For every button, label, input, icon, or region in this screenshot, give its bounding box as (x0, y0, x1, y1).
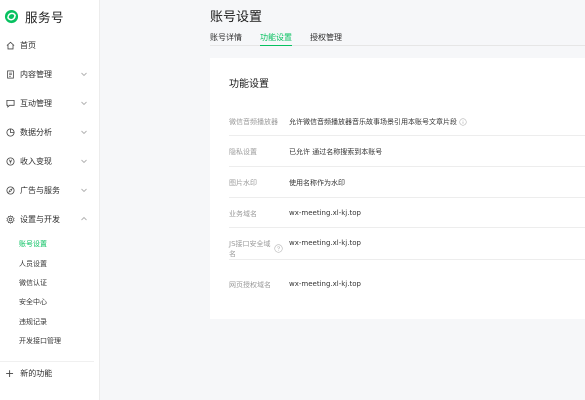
page-title: 账号设置 (210, 10, 263, 25)
chevron-down-icon (81, 130, 87, 135)
sidebar-subitem-staff-settings[interactable]: 人员设置 (19, 257, 47, 271)
document-icon (5, 69, 15, 79)
chat-icon (5, 98, 15, 108)
setting-row-js-domain: JS接口安全域 名 wx-meeting.xl-kj.top (229, 228, 585, 260)
chevron-down-icon (81, 101, 87, 106)
tab-feature-settings[interactable]: 功能设置 (260, 31, 292, 46)
setting-row-oauth-domain: 网页授权域名 wx-meeting.xl-kj.top (229, 260, 585, 300)
sidebar-subitem-account-settings[interactable]: 账号设置 (19, 237, 47, 251)
chevron-down-icon (81, 72, 87, 77)
plus-icon: + (5, 367, 15, 380)
sidebar-subitem-dev-api[interactable]: 开发接口管理 (19, 334, 61, 348)
sidebar-item-settings-dev[interactable]: 设置与开发 (0, 209, 100, 229)
sidebar-item-content[interactable]: 内容管理 (0, 64, 100, 84)
compass-icon (5, 185, 15, 195)
sidebar-subitem-security-center[interactable]: 安全中心 (19, 295, 47, 309)
sidebar: 服务号 首页 内容管理 互动管理 数据分析 收入变现 广告与服务 设置与开发 账… (0, 0, 100, 400)
sidebar-subitem-violation-records[interactable]: 违规记录 (19, 315, 47, 329)
gear-icon (5, 214, 15, 224)
home-icon (5, 40, 15, 50)
setting-row-watermark: 图片水印 使用名称作为水印 (229, 167, 585, 198)
chevron-down-icon (81, 188, 87, 193)
sidebar-item-home[interactable]: 首页 (0, 35, 100, 55)
new-feature-button[interactable]: + 新的功能 (0, 361, 94, 385)
help-icon[interactable] (274, 244, 283, 253)
setting-value-text: 允许微信音频播放器音乐故事场景引用本账号文章片段 (289, 118, 457, 126)
sidebar-item-label: 互动管理 (20, 98, 52, 108)
sidebar-item-label: 广告与服务 (20, 185, 60, 195)
tab-bar: 账号详情 功能设置 授权管理 (210, 31, 585, 46)
sidebar-item-label: 首页 (20, 40, 36, 50)
setting-value: 已允许 通过名称搜索到本账号 (289, 148, 383, 156)
setting-row-business-domain: 业务域名 wx-meeting.xl-kj.top (229, 198, 585, 228)
sidebar-item-label: 设置与开发 (20, 214, 60, 224)
setting-key: 网页授权域名 (229, 281, 271, 289)
setting-row-privacy: 隐私设置 已允许 通过名称搜索到本账号 (229, 136, 585, 167)
setting-value: 允许微信音频播放器音乐故事场景引用本账号文章片段 (289, 117, 467, 127)
sidebar-item-label: 数据分析 (20, 127, 52, 137)
new-feature-label: 新的功能 (20, 369, 53, 378)
setting-key: 图片水印 (229, 179, 257, 187)
tab-account-details[interactable]: 账号详情 (210, 31, 242, 46)
sidebar-item-label: 收入变现 (20, 156, 52, 166)
brand[interactable]: 服务号 (4, 6, 64, 26)
setting-value: wx-meeting.xl-kj.top (289, 280, 361, 288)
setting-key-line2: 名 (229, 250, 236, 258)
yen-icon (5, 156, 15, 166)
info-icon[interactable] (459, 118, 467, 126)
chevron-up-icon (81, 216, 87, 221)
wechat-service-logo-icon (4, 9, 19, 23)
card-title: 功能设置 (229, 79, 269, 90)
setting-row-audio-player: 微信音频播放器 允许微信音频播放器音乐故事场景引用本账号文章片段 (229, 106, 585, 136)
setting-value: wx-meeting.xl-kj.top (289, 239, 361, 247)
brand-name: 服务号 (25, 9, 65, 25)
setting-key-line1: JS接口安全域 (229, 240, 271, 248)
tab-authorization[interactable]: 授权管理 (310, 31, 342, 46)
setting-value: 使用名称作为水印 (289, 179, 345, 187)
setting-value: wx-meeting.xl-kj.top (289, 209, 361, 217)
sidebar-item-label: 内容管理 (20, 69, 52, 79)
pie-chart-icon (5, 127, 15, 137)
sidebar-item-interaction[interactable]: 互动管理 (0, 93, 100, 113)
setting-key: 微信音频播放器 (229, 118, 278, 126)
feature-settings-card: 功能设置 微信音频播放器 允许微信音频播放器音乐故事场景引用本账号文章片段 隐私… (210, 58, 585, 319)
setting-key: 业务域名 (229, 210, 257, 218)
chevron-down-icon (81, 159, 87, 164)
setting-key: 隐私设置 (229, 148, 257, 156)
sidebar-item-ads-services[interactable]: 广告与服务 (0, 180, 100, 200)
sidebar-item-monetization[interactable]: 收入变现 (0, 151, 100, 171)
sidebar-item-analytics[interactable]: 数据分析 (0, 122, 100, 142)
sidebar-subitem-wechat-verification[interactable]: 微信认证 (19, 276, 47, 290)
